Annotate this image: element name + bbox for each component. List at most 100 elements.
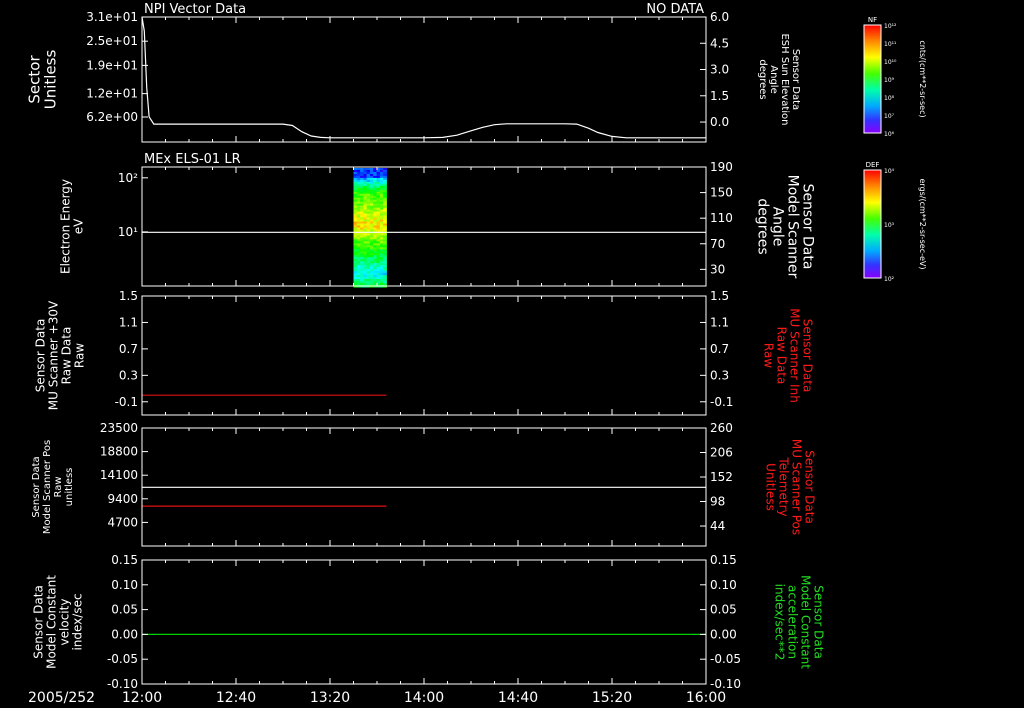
colorbar-tick-label: 10² (884, 276, 895, 283)
panel-5: 0.15 0.10 0.05 0.00 -0.05 -0.10 0.15 0.10 0.05 0.… (32, 553, 826, 691)
axis-label-line: MU Scanner Inh (787, 308, 801, 403)
left-tick-label: 4700 (107, 515, 138, 529)
left-tick-label: 3.1e+01 (86, 10, 138, 24)
panel-status: NO DATA (646, 2, 704, 17)
time-tick-label: 15:20 (592, 690, 632, 706)
axis-label-line: Model Scanner (785, 175, 801, 279)
colorbar-unit: ergs/(cm**2-sr-sec-eV) (918, 178, 927, 269)
colorbar-tag: NF (868, 16, 877, 24)
right-tick-label: 1.5 (710, 289, 729, 303)
left-tick-label: 0.7 (119, 342, 138, 356)
colorbar-tick-label: 10¹² (884, 23, 897, 30)
right-tick-label: 0.10 (710, 578, 737, 592)
plot-frame (141, 16, 707, 143)
panel-1: 3.1e+01 2.5e+01 1.9e+01 1.2e+01 6.2e+00 6.0 4.… (25, 2, 801, 143)
left-tick-label: 1.9e+01 (86, 58, 138, 72)
right-tick-label: 150 (710, 186, 733, 200)
right-label: Sensor DataModel Constantaccelerationind… (772, 575, 825, 669)
left-tick-label: 10² (118, 171, 138, 185)
axis-label-line: Raw (761, 343, 775, 368)
axis-label-line: Model Constant (45, 575, 59, 669)
left-label: Sensor Data Model Constant velocity index/s… (32, 575, 85, 669)
right-tick-label: 0.7 (710, 342, 729, 356)
right-tick-label: -0.1 (710, 395, 733, 409)
plot-canvas: 3.1e+01 2.5e+01 1.9e+01 1.2e+01 6.2e+00 6.0 4.… (25, 2, 927, 706)
series-line-1 (141, 16, 706, 139)
spectrogram (353, 168, 387, 288)
axis-label-line: ESH Sun Elevation (779, 33, 790, 125)
axis-label-line: Telemetry (776, 456, 790, 516)
left-tick-label: -0.1 (115, 395, 138, 409)
right-tick-label: 98 (710, 495, 725, 509)
right-tick-label: 0.0 (710, 115, 729, 129)
colorbar-tick-label: 10³ (884, 222, 895, 229)
axis-label-line: Sensor Data (32, 585, 46, 659)
colorbar-tag: DEF (866, 161, 880, 169)
panel-2: 10² 10¹ 190 150 110 70 30 MEx ELS-01 LR Electron… (59, 152, 816, 288)
panel-title: NPI Vector Data (144, 2, 246, 17)
colorbar-tick-label: 10¹¹ (884, 41, 897, 48)
time-tick-label: 12:40 (216, 690, 256, 706)
left-label: Electron Energy eV (59, 179, 86, 274)
axis-label-line: degrees (757, 59, 768, 99)
left-tick-label: 0.10 (111, 578, 138, 592)
colorbar-unit-label: ergs/(cm**2-sr-sec-eV) (918, 178, 927, 269)
axis-label-line: Sensor Data (800, 319, 814, 393)
right-label: Sensor DataMU Scanner InhRaw DataRaw (761, 308, 814, 403)
left-tick-label: 0.05 (111, 603, 138, 617)
left-tick-label: -0.05 (107, 652, 138, 666)
axis-label-line: Sensor Data (34, 319, 48, 393)
right-label: Sensor DataModel ScannerAngledegrees (755, 175, 816, 279)
axis-label-line: Unitless (763, 463, 777, 511)
axis-label-line: velocity (58, 599, 72, 646)
right-tick-label: -0.10 (710, 677, 741, 691)
right-label: Sensor DataMU Scanner PosTelemetryUnitle… (763, 439, 816, 535)
colorbar-nf: NF 10¹² 10¹¹ 10¹⁰ 10⁹ 10⁸ 10⁷ 10⁶ cnts/(cm**2-sr… (863, 16, 927, 138)
right-tick-label: 30 (710, 262, 725, 276)
left-tick-label: 10¹ (118, 225, 138, 239)
right-tick-label: 6.0 (710, 10, 729, 24)
axis-label-line: index/sec (71, 593, 85, 650)
time-tick-label: 13:20 (310, 690, 350, 706)
panel-title: MEx ELS-01 LR (144, 152, 241, 167)
left-tick-label: 1.1 (119, 315, 138, 329)
axis-label-line: Angle (770, 207, 786, 247)
axis-label-line: eV (72, 218, 86, 234)
axis-label-line: Raw (73, 343, 87, 368)
plot-frame (141, 166, 707, 287)
axis-label-line: Raw Data (60, 327, 74, 385)
right-tick-label: -0.05 (710, 652, 741, 666)
left-tick-label: 23500 (100, 421, 138, 435)
left-label: Sensor Data Model Scanner Pos Raw unitless (31, 440, 75, 534)
time-tick-label: 12:00 (122, 690, 162, 706)
time-tick-label: 16:00 (686, 690, 726, 706)
axis-label-line: degrees (755, 198, 771, 254)
colorbar-unit: cnts/(cm**2-sr-sec) (918, 40, 927, 117)
right-tick-label: 0.15 (710, 553, 737, 567)
axis-label-line: Sensor Data (790, 49, 801, 110)
axis-label-line: MU Scanner +30V (47, 300, 61, 410)
time-tick-label: 14:00 (404, 690, 444, 706)
colorbar-tick-label: 10⁹ (884, 77, 895, 84)
colorbar-tick-label: 10⁸ (884, 95, 895, 102)
plot-frame (141, 295, 707, 416)
right-tick-label: 0.05 (710, 603, 737, 617)
axis-label-line: Raw (53, 476, 64, 497)
right-tick-label: 3.0 (710, 63, 729, 77)
axis-label-line: Angle (768, 65, 779, 93)
left-tick-label: 0.00 (111, 627, 138, 641)
right-tick-label: 0.3 (710, 368, 729, 382)
axis-label-line: Sensor Data (31, 456, 42, 517)
colorbar-tick-label: 10¹⁰ (884, 59, 897, 66)
plot-frame (141, 559, 707, 685)
axis-label-line: acceleration (785, 585, 799, 659)
colorbar-def: DEF 10⁴ 10³ 10² ergs/(cm**2-sr-sec-eV) (863, 161, 927, 283)
left-tick-label: 0.3 (119, 368, 138, 382)
right-tick-label: 4.5 (710, 36, 729, 50)
left-tick-label: 0.15 (111, 553, 138, 567)
left-tick-label: 2.5e+01 (86, 34, 138, 48)
right-tick-label: 1.5 (710, 89, 729, 103)
right-tick-label: 70 (710, 237, 725, 251)
left-tick-label: 1.2e+01 (86, 87, 138, 101)
left-tick-label: 6.2e+00 (86, 110, 138, 124)
